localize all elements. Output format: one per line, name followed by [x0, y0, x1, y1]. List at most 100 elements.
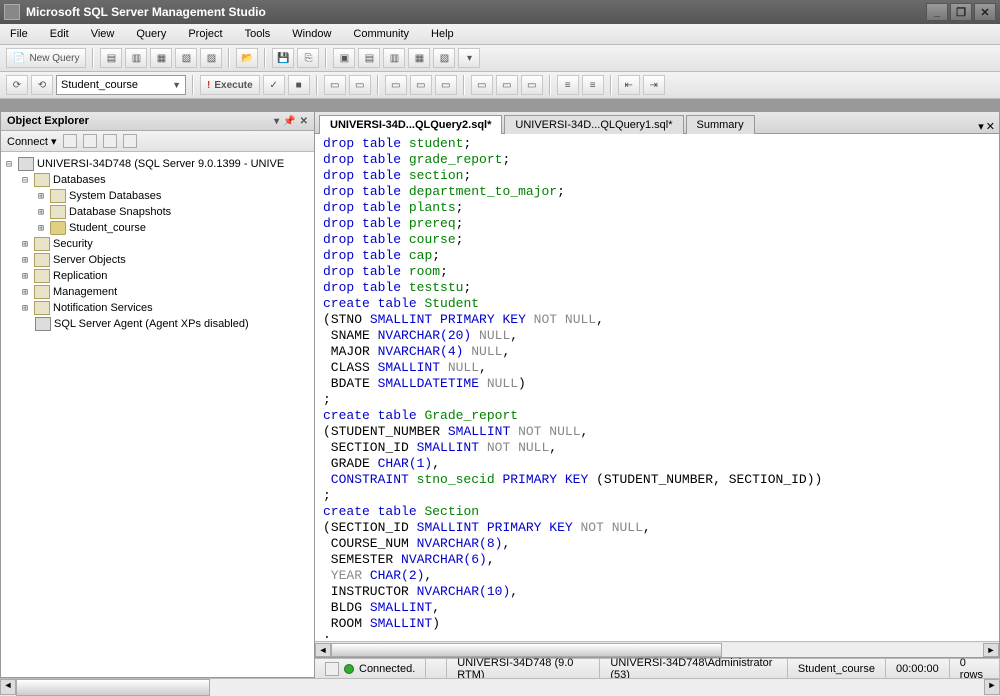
tab-dropdown-icon[interactable]: ▾ — [978, 120, 984, 133]
connect-tb-2[interactable] — [83, 134, 97, 148]
toolbar-sql-10[interactable]: ▭ — [521, 75, 543, 95]
toolbar-btn-4[interactable]: ▧ — [175, 48, 197, 68]
maximize-button[interactable]: ❐ — [950, 3, 972, 21]
tree-security-node[interactable]: Security — [53, 238, 93, 250]
expand-icon[interactable]: ⊞ — [35, 223, 47, 234]
sqlagent-icon — [35, 317, 51, 331]
database-selector[interactable]: Student_course ▼ — [56, 75, 186, 95]
menu-community[interactable]: Community — [349, 26, 413, 42]
pin-icon[interactable]: ▾ — [274, 116, 279, 127]
editor-hscrollbar[interactable]: ◄ ► — [315, 641, 999, 657]
scroll-right-icon[interactable]: ► — [984, 679, 1000, 695]
menu-bar: File Edit View Query Project Tools Windo… — [0, 24, 1000, 45]
new-query-button[interactable]: 📄 New Query — [6, 48, 86, 68]
toolbar-sql-6[interactable]: ▭ — [410, 75, 432, 95]
toolbar-btn-8[interactable]: ▥ — [383, 48, 405, 68]
tab-summary[interactable]: Summary — [686, 115, 755, 134]
tree-server-node[interactable]: UNIVERSI-34D748 (SQL Server 9.0.1399 - U… — [37, 158, 284, 170]
bottom-scrollbar[interactable]: ◄ ► — [0, 678, 1000, 696]
menu-query[interactable]: Query — [132, 26, 170, 42]
tab-query1[interactable]: UNIVERSI-34D...QLQuery1.sql* — [504, 115, 683, 134]
parse-button[interactable]: ✓ — [263, 75, 285, 95]
expand-icon[interactable]: ⊞ — [19, 239, 31, 250]
tab-query2[interactable]: UNIVERSI-34D...QLQuery2.sql* — [319, 115, 502, 134]
autohide-icon[interactable]: 📌 — [283, 116, 295, 127]
tab-close-icon[interactable]: ✕ — [986, 120, 995, 133]
toolbar-sql-7[interactable]: ▭ — [435, 75, 457, 95]
menu-project[interactable]: Project — [184, 26, 226, 42]
execute-button[interactable]: ! Execute — [200, 75, 260, 95]
toolbar-sql-1[interactable]: ⟳ — [6, 75, 28, 95]
toolbar-btn-2[interactable]: ▥ — [125, 48, 147, 68]
toolbar-sql-4[interactable]: ▭ — [349, 75, 371, 95]
connect-tb-4[interactable] — [123, 134, 137, 148]
status-time: 00:00:00 — [886, 659, 950, 678]
expand-icon[interactable]: ⊞ — [35, 191, 47, 202]
expand-icon[interactable]: ⊞ — [35, 207, 47, 218]
toolbar-sql-11[interactable]: ≡ — [557, 75, 579, 95]
object-explorer-header: Object Explorer ▾ 📌 ✕ — [1, 112, 314, 131]
tree-studentcourse-node[interactable]: Student_course — [69, 222, 146, 234]
tree-serverobjects-node[interactable]: Server Objects — [53, 254, 126, 266]
toolbar-main: 📄 New Query ▤ ▥ ▦ ▧ ▨ 📂 💾 ⎘ ▣ ▤ ▥ ▦ ▧ ▾ — [0, 45, 1000, 72]
connect-tb-3[interactable] — [103, 134, 117, 148]
toolbar-btn-1[interactable]: ▤ — [100, 48, 122, 68]
toolbar-btn-11[interactable]: ▾ — [458, 48, 480, 68]
tree-replication-node[interactable]: Replication — [53, 270, 107, 282]
scroll-left-icon[interactable]: ◄ — [315, 643, 331, 657]
tree-snapshots-node[interactable]: Database Snapshots — [69, 206, 171, 218]
toolbar-btn-6[interactable]: ▣ — [333, 48, 355, 68]
save-button[interactable]: 💾 — [272, 48, 294, 68]
editor-tabs: UNIVERSI-34D...QLQuery2.sql* UNIVERSI-34… — [315, 112, 999, 134]
outdent-button[interactable]: ⇥ — [643, 75, 665, 95]
menu-edit[interactable]: Edit — [46, 26, 73, 42]
toolbar-btn-9[interactable]: ▦ — [408, 48, 430, 68]
collapse-icon[interactable]: ⊟ — [3, 159, 15, 170]
open-button[interactable]: 📂 — [236, 48, 258, 68]
scroll-left-icon[interactable]: ◄ — [0, 679, 16, 695]
close-button[interactable]: ✕ — [974, 3, 996, 21]
status-server: UNIVERSI-34D748 (9.0 RTM) — [447, 659, 600, 678]
expand-icon[interactable]: ⊞ — [19, 287, 31, 298]
toolbar-sql-2[interactable]: ⟲ — [31, 75, 53, 95]
toolbar-sql-8[interactable]: ▭ — [471, 75, 493, 95]
toolbar-btn-7[interactable]: ▤ — [358, 48, 380, 68]
tree-notification-node[interactable]: Notification Services — [53, 302, 153, 314]
saveall-button[interactable]: ⎘ — [297, 48, 319, 68]
tree-management-node[interactable]: Management — [53, 286, 117, 298]
menu-view[interactable]: View — [87, 26, 119, 42]
toolbar-sql-12[interactable]: ≡ — [582, 75, 604, 95]
tree-databases-node[interactable]: Databases — [53, 174, 106, 186]
scroll-thumb[interactable] — [331, 643, 722, 657]
tree-sqlagent-node[interactable]: SQL Server Agent (Agent XPs disabled) — [54, 318, 249, 330]
toolbar-btn-3[interactable]: ▦ — [150, 48, 172, 68]
connect-button[interactable]: Connect ▾ — [7, 135, 57, 148]
minimize-button[interactable]: _ — [926, 3, 948, 21]
chevron-down-icon: ▼ — [172, 80, 181, 90]
scroll-thumb[interactable] — [16, 679, 210, 696]
toolbar-sql-3[interactable]: ▭ — [324, 75, 346, 95]
object-explorer-tree[interactable]: ⊟ UNIVERSI-34D748 (SQL Server 9.0.1399 -… — [1, 152, 314, 677]
toolbar-btn-10[interactable]: ▧ — [433, 48, 455, 68]
stop-button[interactable]: ■ — [288, 75, 310, 95]
sql-editor[interactable]: drop table student; drop table grade_rep… — [315, 134, 999, 641]
expand-icon[interactable]: ⊞ — [19, 255, 31, 266]
connect-tb-1[interactable] — [63, 134, 77, 148]
folder-icon — [34, 301, 50, 315]
expand-icon[interactable]: ⊞ — [19, 271, 31, 282]
scroll-right-icon[interactable]: ► — [983, 643, 999, 657]
menu-tools[interactable]: Tools — [241, 26, 275, 42]
expand-icon[interactable]: ⊞ — [19, 303, 31, 314]
tree-sysdb-node[interactable]: System Databases — [69, 190, 161, 202]
collapse-icon[interactable]: ⊟ — [19, 175, 31, 186]
toolbar-sql-5[interactable]: ▭ — [385, 75, 407, 95]
folder-icon — [50, 189, 66, 203]
close-panel-icon[interactable]: ✕ — [300, 116, 308, 127]
menu-window[interactable]: Window — [288, 26, 335, 42]
indent-button[interactable]: ⇤ — [618, 75, 640, 95]
toolbar-btn-5[interactable]: ▨ — [200, 48, 222, 68]
menu-file[interactable]: File — [6, 26, 32, 42]
toolbar-sql-9[interactable]: ▭ — [496, 75, 518, 95]
menu-help[interactable]: Help — [427, 26, 458, 42]
folder-icon — [34, 237, 50, 251]
